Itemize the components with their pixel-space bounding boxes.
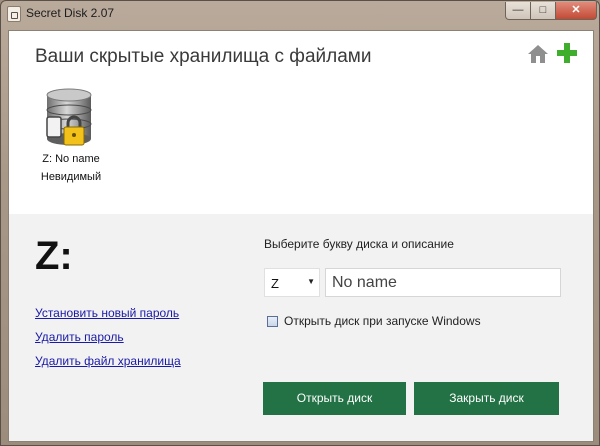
locked-database-icon <box>46 88 92 146</box>
chevron-down-icon: ▼ <box>307 277 315 286</box>
disk-name-input[interactable] <box>325 268 561 297</box>
close-window-button[interactable]: ✕ <box>555 2 597 20</box>
delete-password-link[interactable]: Удалить пароль <box>35 330 124 344</box>
open-disk-button[interactable]: Открыть диск <box>263 382 406 415</box>
app-window: Secret Disk 2.07 — □ ✕ Ваши скрытые хран… <box>0 0 600 446</box>
delete-storage-link[interactable]: Удалить файл хранилища <box>35 354 181 368</box>
autostart-label[interactable]: Открыть диск при запуске Windows <box>284 314 481 328</box>
set-password-link[interactable]: Установить новый пароль <box>35 306 179 320</box>
page-title: Ваши скрытые хранилища с файлами <box>35 46 372 67</box>
drive-letter-select[interactable]: Z ▼ <box>264 268 320 297</box>
maximize-button[interactable]: □ <box>530 2 556 20</box>
disk-item[interactable]: Z: No name Невидимый <box>35 87 115 187</box>
minimize-button[interactable]: — <box>505 2 531 20</box>
disk-status: Невидимый <box>40 171 102 183</box>
title-bar[interactable]: Secret Disk 2.07 — □ ✕ <box>1 1 599 25</box>
autostart-checkbox[interactable] <box>267 316 278 327</box>
home-icon[interactable] <box>527 43 549 65</box>
app-lock-icon <box>7 6 21 22</box>
drive-letter-heading: Z: <box>35 234 73 278</box>
window-title: Secret Disk 2.07 <box>26 6 115 20</box>
disk-label: Z: No name <box>42 153 100 165</box>
choose-drive-label: Выберите букву диска и описание <box>264 237 454 251</box>
disk-details-panel: Z: Установить новый пароль Удалить парол… <box>9 214 593 441</box>
plus-icon[interactable] <box>555 41 579 65</box>
drive-letter-value: Z <box>271 276 279 291</box>
close-disk-button[interactable]: Закрыть диск <box>414 382 559 415</box>
client-area: Ваши скрытые хранилища с файлами Z: No n… <box>8 30 594 442</box>
